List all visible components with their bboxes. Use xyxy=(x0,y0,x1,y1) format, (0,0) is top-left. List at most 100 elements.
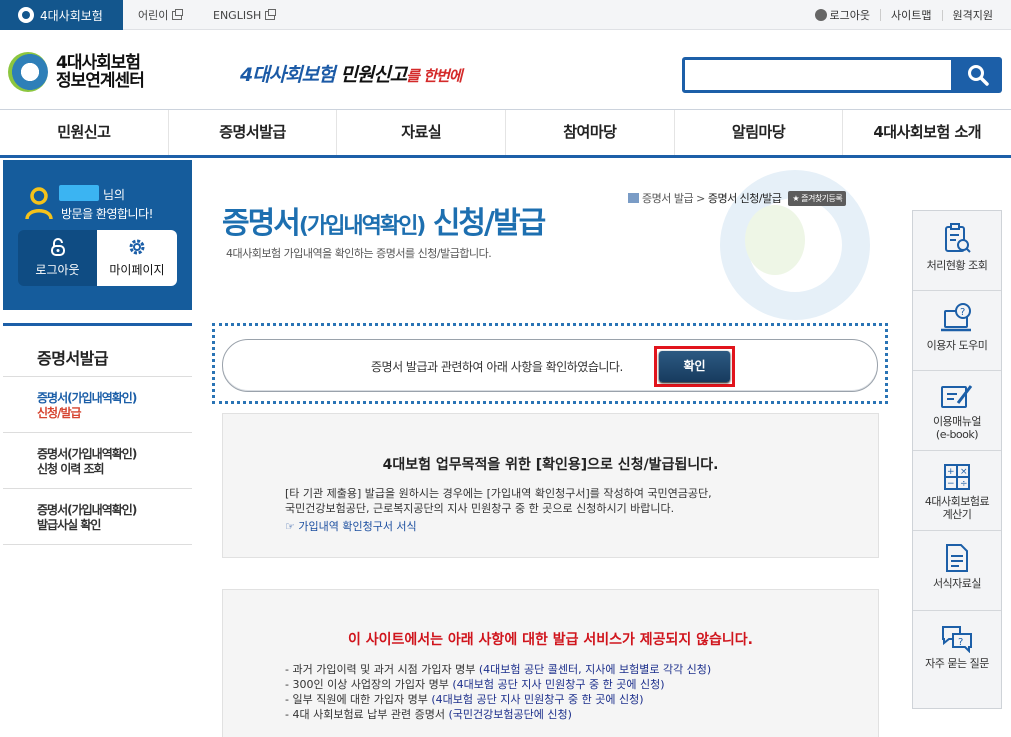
quick-item-label: 이용매뉴얼 xyxy=(932,415,982,428)
insurance-emblem-icon xyxy=(8,52,48,92)
slogan-part-a: 4대사회보험 xyxy=(240,64,336,86)
top-utility-bar: 4대사회보험 어린이 ENGLISH 로그아웃 사이트맵 원격지원 xyxy=(0,0,1011,30)
logout-link[interactable]: 로그아웃 xyxy=(805,9,882,22)
quick-item-forms[interactable]: 서식자료실 xyxy=(913,531,1001,611)
quick-item-calculator[interactable]: + × − ÷ 4대사회보험료 계산기 xyxy=(913,451,1001,531)
main-navigation: 민원신고 증명서발급 자료실 참여마당 알림마당 4대사회보험 소개 xyxy=(0,110,1011,158)
svg-text:+: + xyxy=(947,467,954,477)
list-item-text: - 4대 사회보험료 납부 관련 증명서 xyxy=(285,708,449,721)
lnb-title: 증명서발급 xyxy=(3,323,192,377)
welcome-greeting: 방문을 환영합니다! xyxy=(61,207,153,221)
breadcrumb-parent[interactable]: 증명서 발급 xyxy=(642,190,694,206)
lnb-item-line1: 증명서(가입내역확인) xyxy=(37,391,137,405)
gnb-menu-archive[interactable]: 자료실 xyxy=(337,110,507,155)
new-window-icon xyxy=(172,8,184,20)
quick-item-label: 4대사회보험료 xyxy=(924,495,990,508)
page-title-main: 증명서 xyxy=(222,206,301,241)
mypage-button[interactable]: 마이페이지 xyxy=(97,230,177,286)
lnb-item-line2: 신청 이력 조회 xyxy=(37,462,105,476)
list-item-note: (국민건강보험공단에 신청) xyxy=(448,708,572,721)
english-link-label: ENGLISH xyxy=(213,8,262,22)
page-title-sub: (가입내역확인) xyxy=(298,214,427,239)
document-list-icon xyxy=(946,544,968,572)
list-item-text: - 일부 직원에 대한 가입자 명부 xyxy=(285,693,432,706)
gear-icon xyxy=(129,239,145,255)
lock-icon xyxy=(814,9,827,21)
chat-question-icon: ? xyxy=(942,626,972,653)
svg-text:÷: ÷ xyxy=(960,479,967,489)
lnb-item-verify[interactable]: 증명서(가입내역확인) 발급사실 확인 xyxy=(3,489,192,545)
quick-item-faq[interactable]: ? 자주 묻는 질문 xyxy=(913,611,1001,691)
breadcrumb-separator: > xyxy=(696,191,705,205)
list-item-text: - 과거 가입이력 및 과거 시점 가입자 명부 xyxy=(285,663,479,676)
welcome-nim: 님의 xyxy=(103,188,126,202)
gnb-menu-certificate[interactable]: 증명서발급 xyxy=(169,110,338,155)
search-button[interactable] xyxy=(954,57,1002,93)
gnb-menu-about[interactable]: 4대사회보험 소개 xyxy=(843,110,1011,155)
quick-item-helper[interactable]: ? 이용자 도우미 xyxy=(913,291,1001,371)
logout-link-label: 로그아웃 xyxy=(829,9,871,22)
masked-user-name xyxy=(59,185,99,201)
list-item: - 과거 가입이력 및 과거 시점 가입자 명부 (4대보험 공단 콜센터, 지… xyxy=(285,662,711,677)
svg-text:?: ? xyxy=(958,637,963,648)
breadcrumb-current: 증명서 신청/발급 xyxy=(707,192,782,205)
list-item-note: (4대보험 공단 지사 민원창구 중 한 곳에 신청) xyxy=(452,678,665,691)
list-item-text: - 300인 이상 사업장의 가입자 명부 xyxy=(285,678,453,691)
confirm-text: 증명서 발급과 관련하여 아래 사항을 확인하였습니다. xyxy=(371,360,623,374)
quick-item-label: 처리현황 조회 xyxy=(926,259,988,272)
page-title-end: 신청/발급 xyxy=(424,206,546,241)
search-icon xyxy=(968,65,989,86)
user-icon xyxy=(25,187,53,220)
new-window-icon xyxy=(265,8,277,20)
favorite-add-label: 즐겨찾기등록 xyxy=(801,193,843,203)
slogan-part-c: 를 한번에 xyxy=(406,67,462,85)
lnb-item-line1: 증명서(가입내역확인) xyxy=(37,503,137,517)
page-title: 증명서(가입내역확인) 신청/발급 xyxy=(222,198,546,242)
list-item: - 일부 직원에 대한 가입자 명부 (4대보험 공단 지사 민원창구 중 한 … xyxy=(285,692,711,707)
sitemap-link[interactable]: 사이트맵 xyxy=(881,9,943,21)
kids-link-label: 어린이 xyxy=(138,9,169,22)
gnb-menu-notice[interactable]: 알림마당 xyxy=(675,110,844,155)
kids-link[interactable]: 어린이 xyxy=(138,0,184,30)
home-icon[interactable] xyxy=(628,193,639,203)
remote-support-link[interactable]: 원격지원 xyxy=(943,10,1011,21)
sidebar-logout-button[interactable]: 로그아웃 xyxy=(18,230,97,286)
site-header: 4대사회보험 정보연계센터 4대사회보험 민원신고를 한번에 xyxy=(0,30,1011,110)
lock-icon xyxy=(50,238,65,256)
lnb-item-apply[interactable]: 증명서(가입내역확인) 신청/발급 xyxy=(3,377,192,433)
lnb-item-line2: 신청/발급 xyxy=(37,406,82,420)
unavailable-heading: 이 사이트에서는 아래 사항에 대한 발급 서비스가 제공되지 않습니다. xyxy=(348,632,753,648)
gnb-menu-complaint[interactable]: 민원신고 xyxy=(0,110,169,155)
svg-text:?: ? xyxy=(960,307,965,318)
list-item-note: (4대보험 공단 지사 민원창구 중 한 곳에 신청) xyxy=(431,693,644,706)
home-tab-4insurance[interactable]: 4대사회보험 xyxy=(0,0,123,30)
lnb-item-history[interactable]: 증명서(가입내역확인) 신청 이력 조회 xyxy=(3,433,192,489)
info-panel-line2: 국민건강보험공단, 근로복지공단의 지사 민원창구 중 한 곳으로 신청하시기 … xyxy=(285,502,675,515)
info-panel-heading: 4대보험 업무목적을 위한 [확인용]으로 신청/발급됩니다. xyxy=(382,457,719,473)
svg-text:−: − xyxy=(947,479,954,489)
welcome-panel: 님의 방문을 환영합니다! 로그아웃 마이페이지 xyxy=(3,160,192,310)
confirm-button[interactable]: 확인 xyxy=(659,351,730,382)
info-panel-line1: [타 기관 제출용] 발급을 원하시는 경우에는 [가입내역 확인청구서]를 작… xyxy=(285,487,712,500)
calculator-icon: + × − ÷ xyxy=(944,464,970,490)
quick-item-label: 자주 묻는 질문 xyxy=(925,657,989,670)
manual-pen-icon xyxy=(941,385,973,408)
info-panel-unavailable: 이 사이트에서는 아래 사항에 대한 발급 서비스가 제공되지 않습니다. - … xyxy=(222,589,879,737)
search-input[interactable] xyxy=(685,60,951,90)
header-slogan: 4대사회보험 민원신고를 한번에 xyxy=(240,60,463,87)
site-logo[interactable]: 4대사회보험 정보연계센터 xyxy=(8,52,145,92)
quick-menu: 처리현황 조회 ? 이용자 도우미 이용매뉴얼 (e-book) + × − ÷ xyxy=(912,210,1002,709)
sidebar-logout-label: 로그아웃 xyxy=(35,263,80,277)
quick-item-status[interactable]: 처리현황 조회 xyxy=(913,211,1001,291)
unavailable-list: - 과거 가입이력 및 과거 시점 가입자 명부 (4대보험 공단 콜센터, 지… xyxy=(285,662,711,722)
request-form-link[interactable]: ☞ 가입내역 확인청구서 서식 xyxy=(285,518,417,534)
laptop-help-icon: ? xyxy=(941,303,971,332)
gnb-menu-participation[interactable]: 참여마당 xyxy=(506,110,675,155)
list-item-note: (4대보험 공단 콜센터, 지사에 보험별로 각각 신청) xyxy=(478,663,712,676)
lnb-item-line2: 발급사실 확인 xyxy=(37,518,101,532)
english-link[interactable]: ENGLISH xyxy=(213,0,277,30)
favorite-add-button[interactable]: ★ 즐겨찾기등록 xyxy=(788,190,847,206)
lnb-item-line1: 증명서(가입내역확인) xyxy=(37,447,137,461)
brand-line1: 4대사회보험 xyxy=(56,53,141,73)
quick-item-manual[interactable]: 이용매뉴얼 (e-book) xyxy=(913,371,1001,451)
